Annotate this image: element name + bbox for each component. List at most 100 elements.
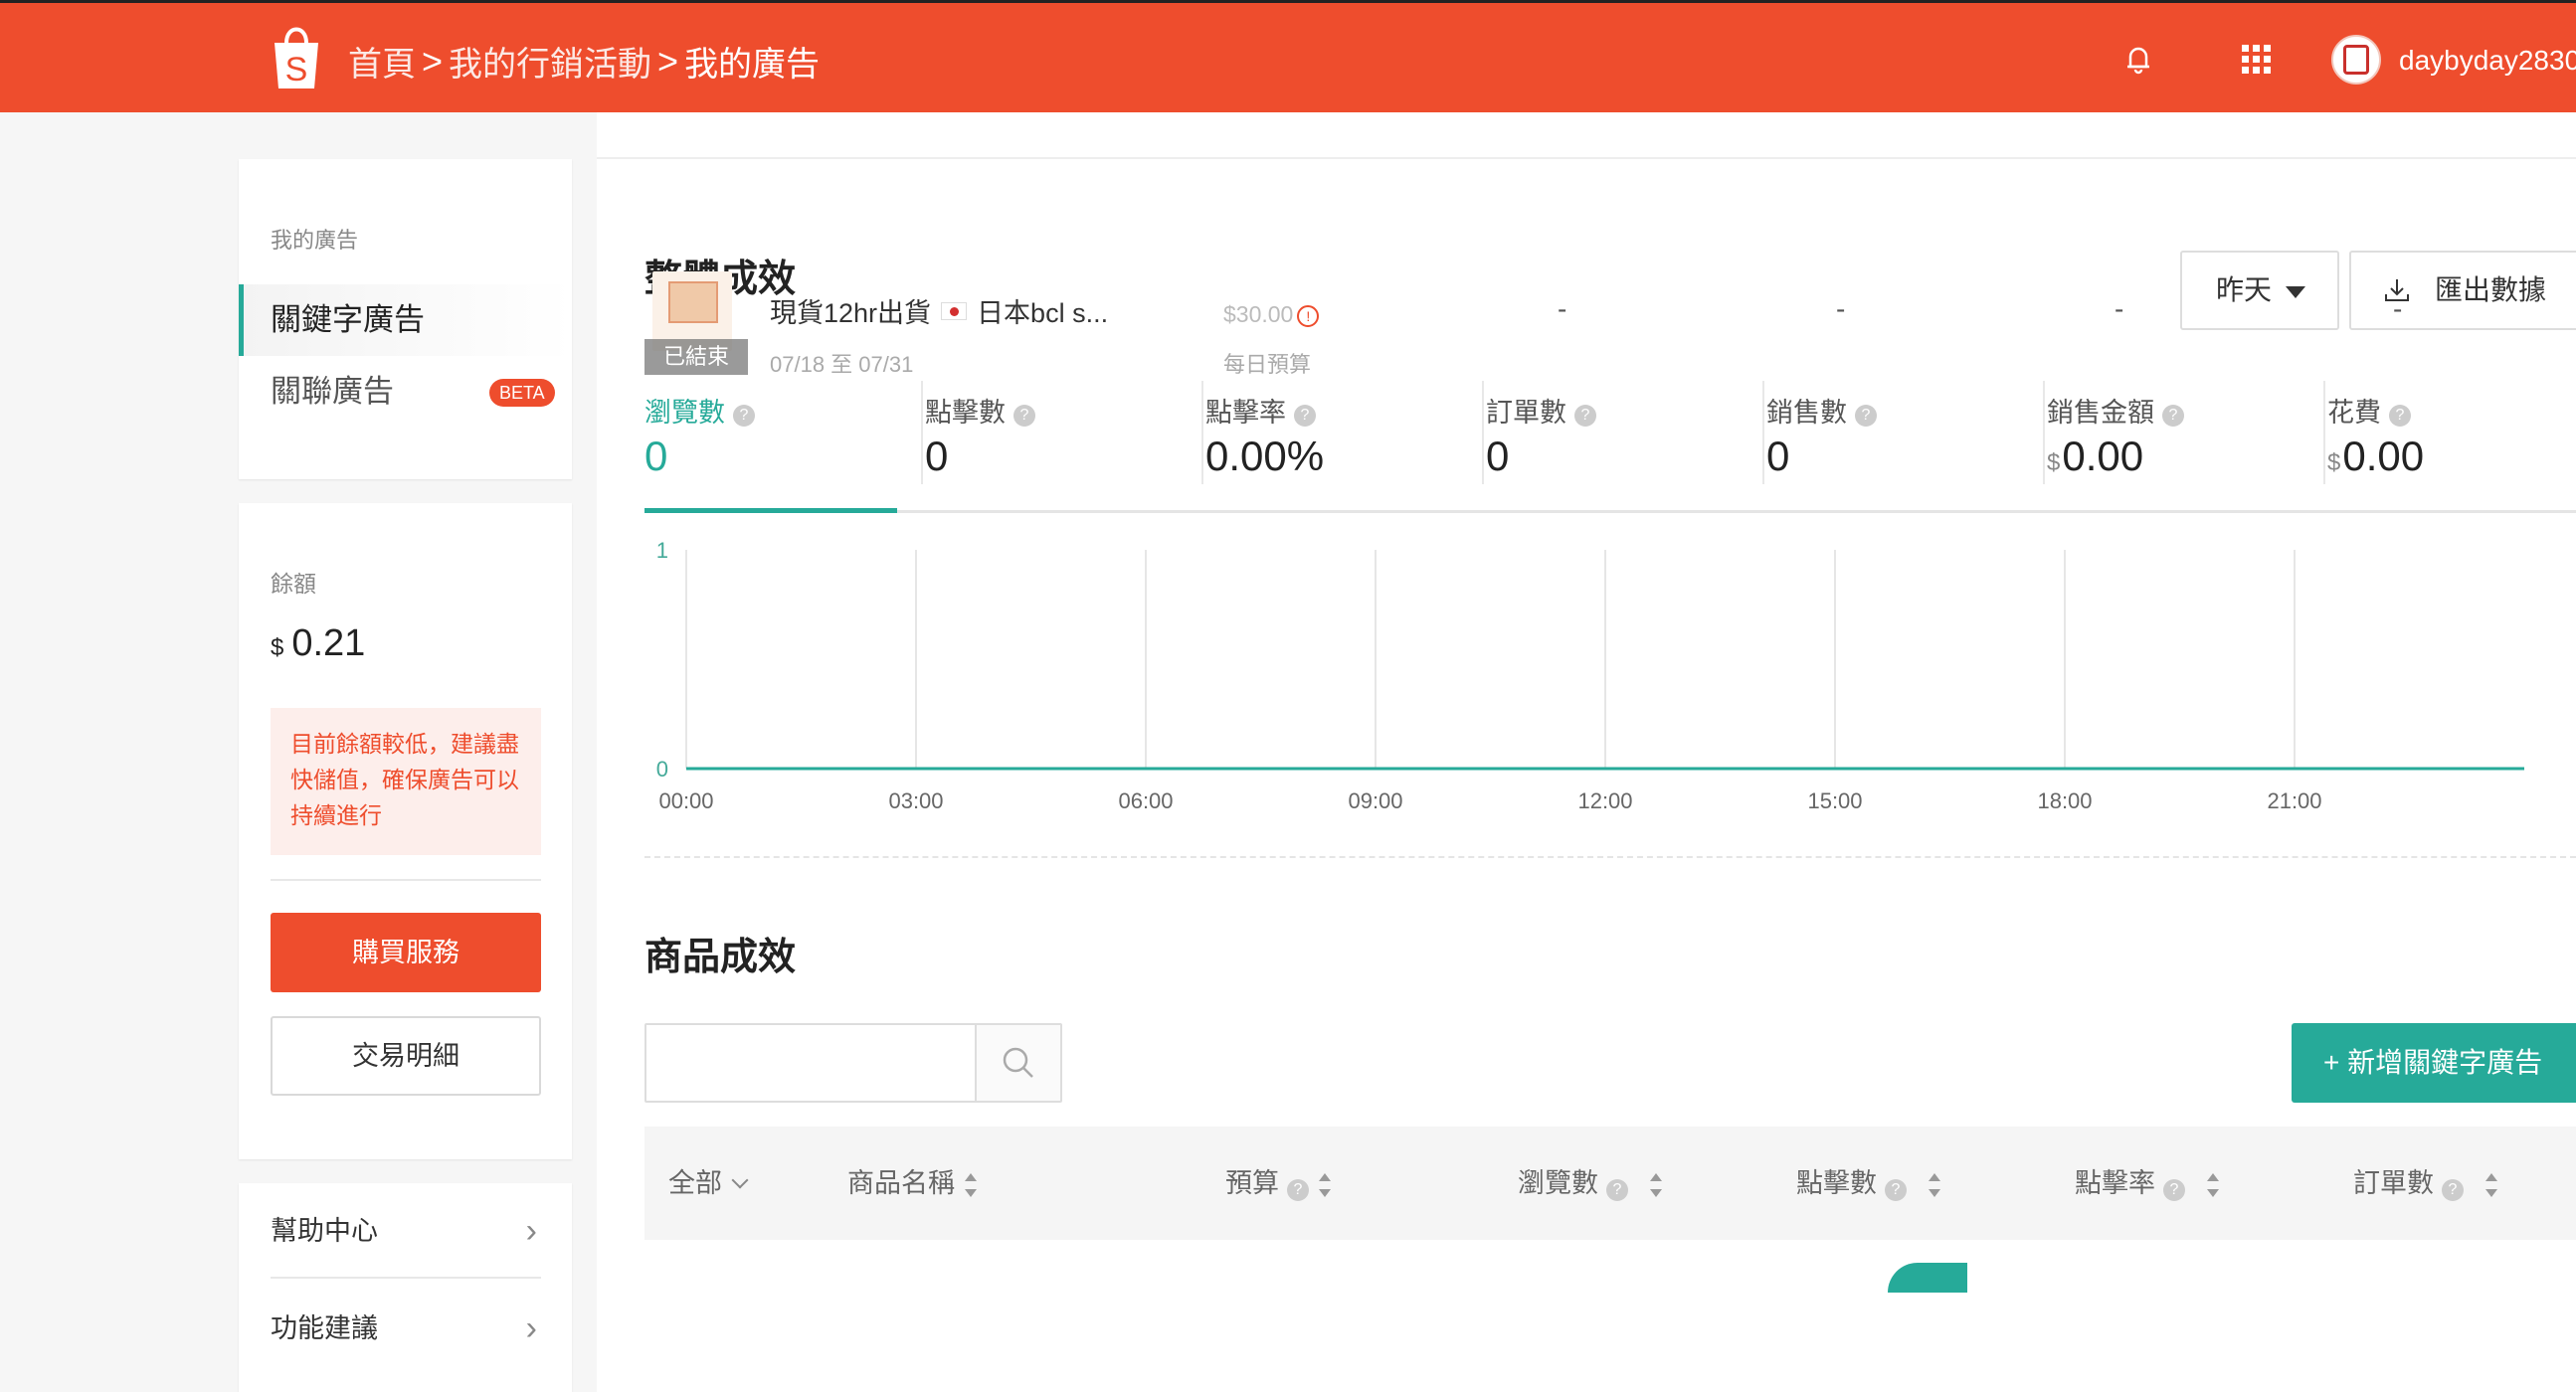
- x-tick-label: 09:00: [1348, 788, 1402, 813]
- help-icon[interactable]: ?: [2442, 1179, 2464, 1201]
- help-icon[interactable]: ?: [2163, 1179, 2185, 1201]
- x-tick-label: 00:00: [658, 788, 713, 813]
- help-icon[interactable]: ?: [1013, 405, 1035, 427]
- help-icon[interactable]: ?: [1287, 1179, 1309, 1201]
- sidebar-item-related-ads[interactable]: 關聯廣告 BETA: [239, 356, 572, 428]
- svg-text:S: S: [285, 51, 308, 88]
- shopee-logo[interactable]: S: [265, 21, 328, 92]
- breadcrumb-separator: >: [422, 40, 444, 82]
- metric-label: 銷售數: [1766, 398, 1847, 428]
- alert-icon[interactable]: !: [1297, 305, 1320, 327]
- budget-amount: $30.00: [1223, 301, 1294, 327]
- help-icon[interactable]: ?: [1606, 1179, 1628, 1201]
- low-balance-warning: 目前餘額較低，建議盡快儲值，確保廣告可以持續進行: [271, 708, 541, 855]
- help-icon[interactable]: ?: [733, 405, 755, 427]
- orders-value: -: [2393, 293, 2403, 324]
- divider: [921, 381, 923, 484]
- sort-icon[interactable]: [1929, 1172, 1940, 1197]
- metric-label: 點擊數: [925, 398, 1006, 428]
- column-budget[interactable]: 預算?: [1225, 1127, 1331, 1240]
- column-label: 瀏覽數: [1518, 1168, 1598, 1198]
- breadcrumb-current: 我的廣告: [684, 46, 821, 84]
- metric-label: 瀏覽數: [644, 398, 725, 428]
- menu-title: 我的廣告: [271, 228, 359, 253]
- column-orders[interactable]: 訂單數?: [2353, 1127, 2497, 1240]
- divider: [1762, 381, 1764, 484]
- breadcrumb-separator: >: [657, 40, 679, 82]
- views-value: -: [1558, 293, 1567, 324]
- avatar[interactable]: [2331, 35, 2381, 85]
- x-tick-label: 06:00: [1118, 788, 1173, 813]
- help-icon[interactable]: ?: [2162, 405, 2184, 427]
- sidebar-item-keyword-ads[interactable]: 關鍵字廣告: [239, 284, 572, 356]
- buy-service-button[interactable]: 購買服務: [271, 913, 541, 992]
- breadcrumb-home[interactable]: 首頁: [348, 37, 416, 86]
- metric-value: 0: [925, 433, 949, 479]
- column-label: 預算: [1225, 1168, 1279, 1198]
- column-views[interactable]: 瀏覽數?: [1518, 1127, 1662, 1240]
- sort-icon[interactable]: [1650, 1172, 1662, 1197]
- status-badge: 已結束: [644, 339, 748, 375]
- metric-label: 點擊率: [1205, 398, 1286, 428]
- sidebar-item-label: 關聯廣告: [271, 374, 394, 409]
- metrics-baseline: [644, 510, 2576, 513]
- search-button[interactable]: [975, 1025, 1060, 1101]
- sort-icon[interactable]: [2485, 1172, 2497, 1197]
- product-name-prefix: 現貨12hr出貨: [770, 298, 932, 328]
- metric-value: 0: [1766, 433, 1790, 479]
- bell-icon[interactable]: [2118, 39, 2158, 79]
- x-tick-label: 15:00: [1807, 788, 1862, 813]
- metric-value: 0: [644, 433, 668, 479]
- column-label: 點擊率: [2075, 1168, 2155, 1198]
- y-tick-label: 1: [656, 538, 668, 563]
- export-data-button[interactable]: 匯出數據: [2349, 251, 2576, 330]
- help-icon[interactable]: ?: [2389, 405, 2411, 427]
- performance-chart: 0 1 00:00 03:00 06:00 09:00 12:00 15:00 18:00 21:…: [644, 530, 2576, 967]
- divider: [1482, 381, 1484, 484]
- metric-value: $0.00: [2327, 433, 2424, 480]
- floating-chat-button[interactable]: [1888, 1263, 1967, 1293]
- sort-icon[interactable]: [965, 1172, 977, 1197]
- search-input[interactable]: [646, 1025, 975, 1101]
- chart-svg: 0 1 00:00 03:00 06:00 09:00 12:00 15:00 18:00 21:…: [656, 538, 2524, 813]
- divider: [2043, 381, 2045, 484]
- x-tick-label: 21:00: [2267, 788, 2321, 813]
- x-tick-label: 18:00: [2037, 788, 2092, 813]
- column-ctr[interactable]: 點擊率?: [2075, 1127, 2219, 1240]
- currency-symbol: $: [2327, 449, 2341, 476]
- product-name-suffix: 日本bcl s...: [977, 298, 1109, 328]
- sort-icon[interactable]: [2207, 1172, 2219, 1197]
- balance-card: 餘額 $0.21 目前餘額較低，建議盡快儲值，確保廣告可以持續進行 購買服務 交…: [239, 503, 572, 1159]
- add-keyword-ad-button[interactable]: + 新增關鍵字廣告: [2292, 1023, 2576, 1103]
- help-center-link[interactable]: 幫助中心 ›: [271, 1183, 541, 1279]
- help-icon[interactable]: ?: [1855, 405, 1877, 427]
- column-clicks[interactable]: 點擊數?: [1796, 1127, 1940, 1240]
- apps-grid-icon[interactable]: [2236, 39, 2276, 79]
- help-center-label: 幫助中心: [271, 1216, 378, 1246]
- beta-badge: BETA: [489, 379, 555, 407]
- help-icon[interactable]: ?: [1294, 405, 1316, 427]
- column-product-name[interactable]: 商品名稱: [847, 1127, 977, 1240]
- transaction-details-button[interactable]: 交易明細: [271, 1016, 541, 1096]
- sort-icon[interactable]: [1319, 1172, 1331, 1197]
- ctr-value: -: [2115, 293, 2124, 324]
- date-range-dropdown[interactable]: 昨天: [2180, 251, 2339, 330]
- export-label: 匯出數據: [2435, 274, 2547, 305]
- budget-value[interactable]: $30.00!: [1223, 301, 1320, 328]
- feature-suggestion-link[interactable]: 功能建議 ›: [271, 1281, 541, 1376]
- japan-flag-icon: [941, 302, 968, 320]
- metric-label: 花費: [2327, 398, 2381, 428]
- help-icon[interactable]: ?: [1574, 405, 1596, 427]
- metric-label: 銷售金額: [2047, 398, 2154, 428]
- breadcrumb-marketing[interactable]: 我的行銷活動: [449, 37, 651, 86]
- column-status-filter[interactable]: 全部: [668, 1127, 749, 1240]
- metric-number: 0.00: [2342, 433, 2425, 479]
- product-performance-title: 商品成效: [644, 937, 797, 978]
- help-card: 幫助中心 › 功能建議 ›: [239, 1183, 572, 1392]
- help-icon[interactable]: ?: [1885, 1179, 1907, 1201]
- feature-suggestion-label: 功能建議: [271, 1313, 378, 1343]
- product-name[interactable]: 現貨12hr出貨 日本bcl s...: [770, 291, 1108, 330]
- column-label: 全部: [668, 1168, 722, 1198]
- caret-down-icon: [2286, 286, 2305, 298]
- username[interactable]: daybyday2830: [2399, 45, 2576, 77]
